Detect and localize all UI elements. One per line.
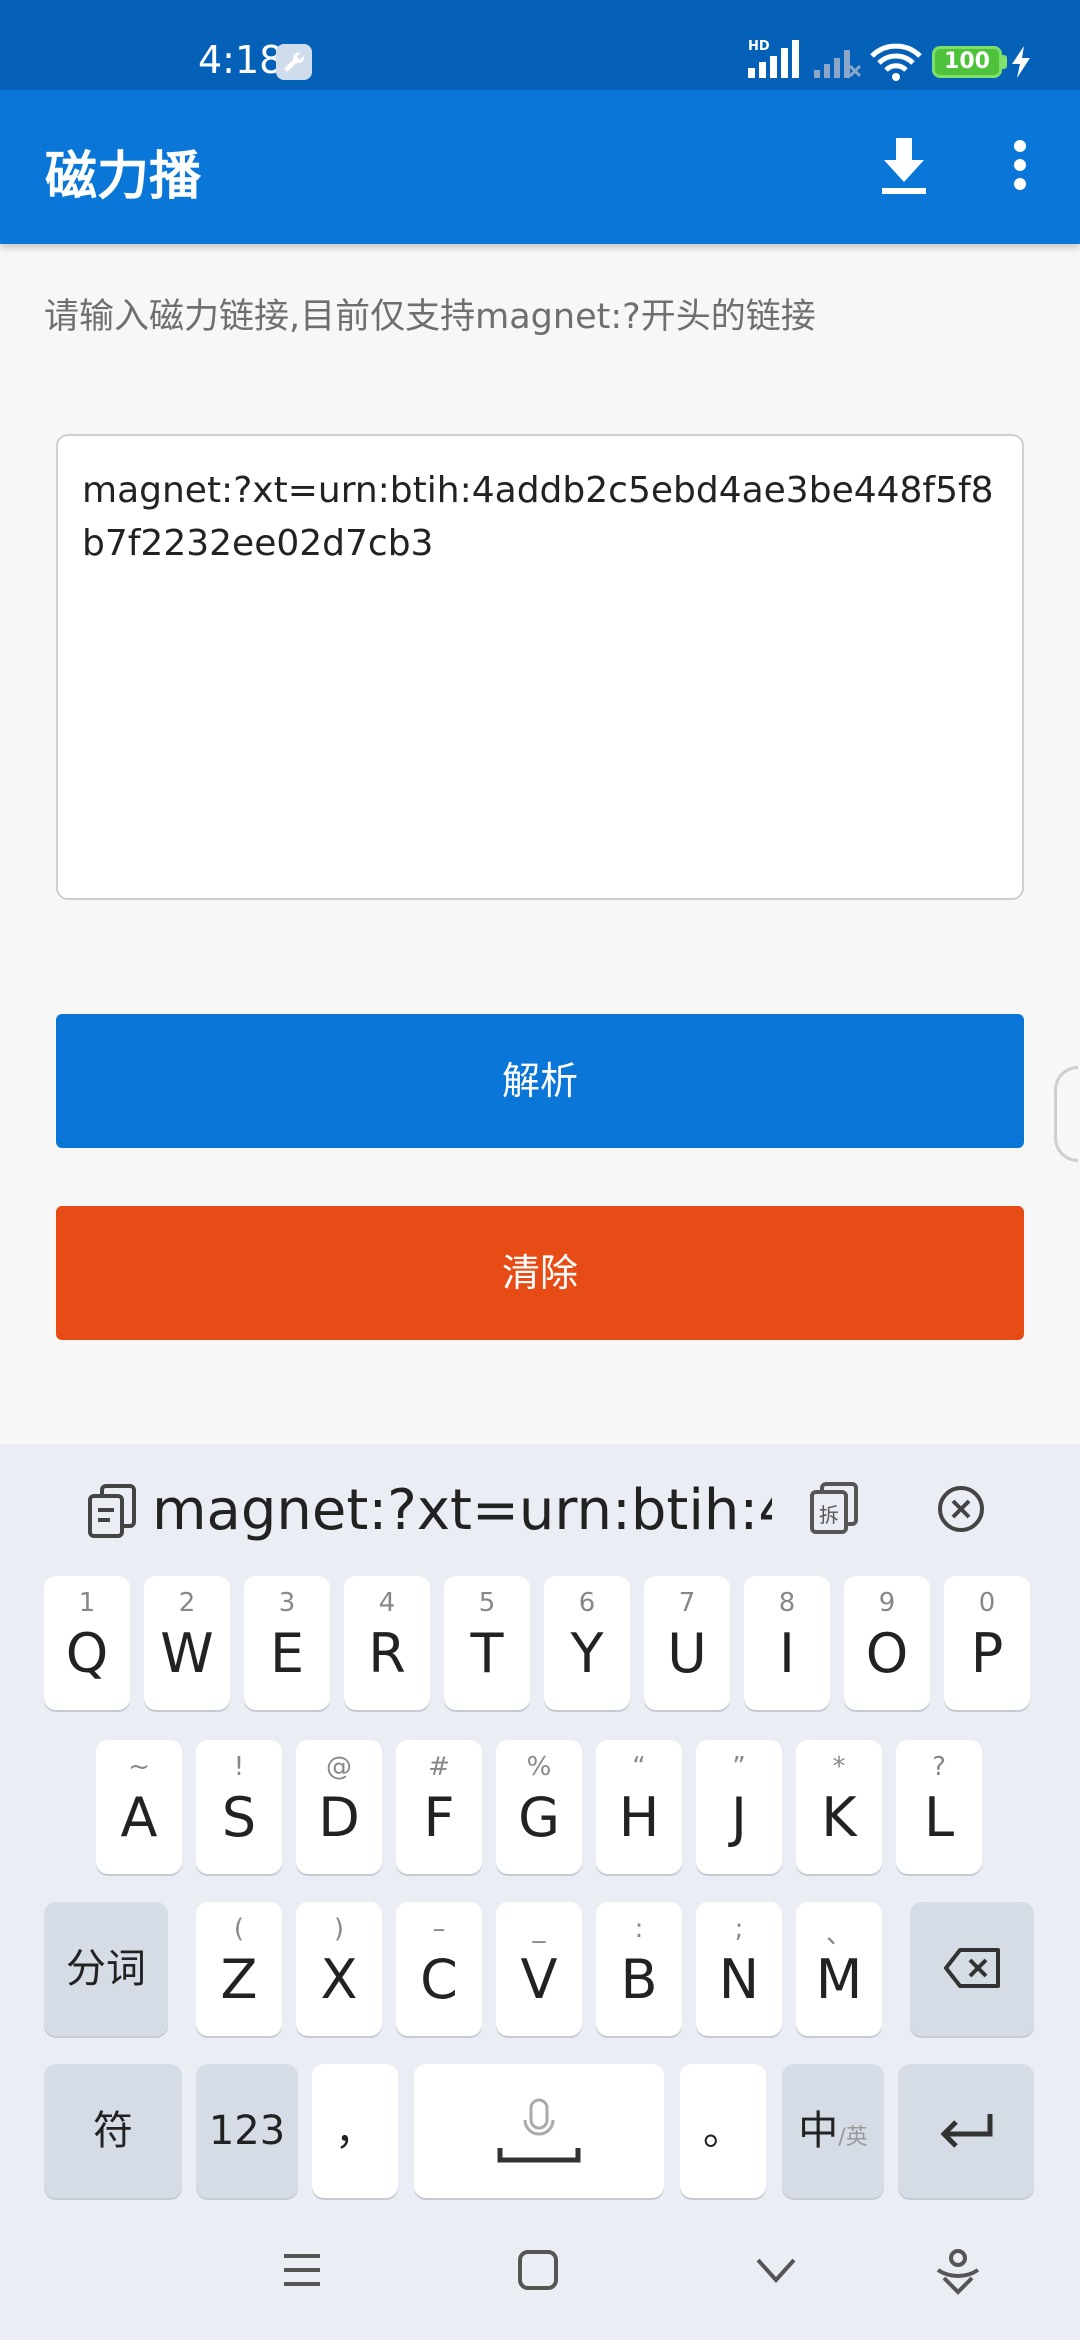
comma-key[interactable]: ， <box>312 2064 398 2198</box>
key-j[interactable]: ” J <box>696 1740 782 1874</box>
battery-level: 100 <box>944 49 990 74</box>
wifi-icon <box>870 42 922 86</box>
close-icon[interactable] <box>936 1484 986 1538</box>
key-a[interactable]: ~ A <box>96 1740 182 1874</box>
key-p[interactable]: 0P <box>944 1576 1030 1710</box>
side-drawer-handle[interactable] <box>1054 1066 1078 1162</box>
download-button[interactable] <box>872 130 936 200</box>
fenci-key[interactable]: 分词 <box>44 1902 168 2036</box>
status-bar: 4:18 HD 100 <box>0 0 1080 90</box>
key-n[interactable]: ; N <box>696 1902 782 2036</box>
zhong-label: 中 <box>798 2108 839 2154</box>
key-o[interactable]: 9O <box>844 1576 930 1710</box>
menu-icon[interactable] <box>280 2248 324 2292</box>
key-l[interactable]: ? L <box>896 1740 982 1874</box>
key-k[interactable]: * K <box>796 1740 882 1874</box>
language-switch-key[interactable]: 中/英 <box>782 2064 884 2198</box>
key-b[interactable]: :B <box>596 1902 682 2036</box>
key-x[interactable]: ) X <box>296 1902 382 2036</box>
signal-hd-icon: HD <box>746 36 802 84</box>
battery-icon: 100 <box>932 46 1002 78</box>
key-z[interactable]: (Z <box>196 1902 282 2036</box>
key-v[interactable]: _ V <box>496 1902 582 2036</box>
signal-hd-label: HD <box>748 39 770 54</box>
navigation-bar <box>0 2220 1080 2340</box>
enter-key[interactable] <box>898 2064 1034 2198</box>
key-u[interactable]: 7U <box>644 1576 730 1710</box>
number-key[interactable]: 123 <box>196 2064 298 2198</box>
key-r[interactable]: 4R <box>344 1576 430 1710</box>
more-vert-icon <box>1014 140 1026 190</box>
signal-empty-icon <box>812 44 862 84</box>
key-h[interactable]: “H <box>596 1740 682 1874</box>
clear-button[interactable]: 清除 <box>56 1206 1024 1340</box>
period-key[interactable]: 。 <box>680 2064 766 2198</box>
space-key[interactable] <box>414 2064 664 2198</box>
clipboard-suggestion-row: magnet:?xt=urn:btih:4ac 拆 <box>0 1444 1080 1568</box>
key-f[interactable]: # F <box>396 1740 482 1874</box>
wrench-icon <box>276 44 312 80</box>
key-s[interactable]: ! S <box>196 1740 282 1874</box>
parse-button[interactable]: 解析 <box>56 1014 1024 1148</box>
backspace-icon <box>944 1948 1000 1988</box>
clipboard-icon[interactable] <box>88 1484 138 1542</box>
split-icon[interactable]: 拆 <box>810 1482 860 1538</box>
key-g[interactable]: % G <box>496 1740 582 1874</box>
key-t[interactable]: 5T <box>444 1576 530 1710</box>
download-icon <box>882 138 926 194</box>
symbol-key[interactable]: 符 <box>44 2064 182 2198</box>
clipboard-text[interactable]: magnet:?xt=urn:btih:4ac <box>152 1478 772 1543</box>
soft-keyboard: magnet:?xt=urn:btih:4ac 拆 1Q 2W 3E 4R 5T… <box>0 1444 1080 2340</box>
charging-icon <box>1010 46 1032 82</box>
key-i[interactable]: 8I <box>744 1576 830 1710</box>
key-e[interactable]: 3E <box>244 1576 330 1710</box>
key-c[interactable]: – C <box>396 1902 482 2036</box>
more-options-button[interactable] <box>1000 130 1040 200</box>
status-time: 4:18 <box>198 38 284 82</box>
key-d[interactable]: @ D <box>296 1740 382 1874</box>
magnet-input[interactable]: magnet:?xt=urn:btih:4addb2c5ebd4ae3be448… <box>56 434 1024 900</box>
home-icon[interactable] <box>516 2248 560 2292</box>
microphone-icon <box>497 2098 581 2163</box>
enter-icon <box>940 2114 993 2148</box>
app-title: 磁力播 <box>45 147 202 207</box>
svg-text:拆: 拆 <box>819 1503 839 1527</box>
keyboard-accessibility-icon[interactable] <box>934 2248 982 2296</box>
battery-cap <box>1002 55 1007 69</box>
chevron-down-icon[interactable] <box>754 2248 798 2292</box>
backspace-key[interactable] <box>910 1902 1034 2036</box>
key-q[interactable]: 1Q <box>44 1576 130 1710</box>
ying-label: /英 <box>838 2125 868 2150</box>
key-w[interactable]: 2W <box>144 1576 230 1710</box>
key-m[interactable]: 、 M <box>796 1902 882 2036</box>
app-bar: 磁力播 <box>0 90 1080 244</box>
input-hint: 请输入磁力链接,目前仅支持magnet:?开头的链接 <box>44 297 816 337</box>
key-y[interactable]: 6Y <box>544 1576 630 1710</box>
